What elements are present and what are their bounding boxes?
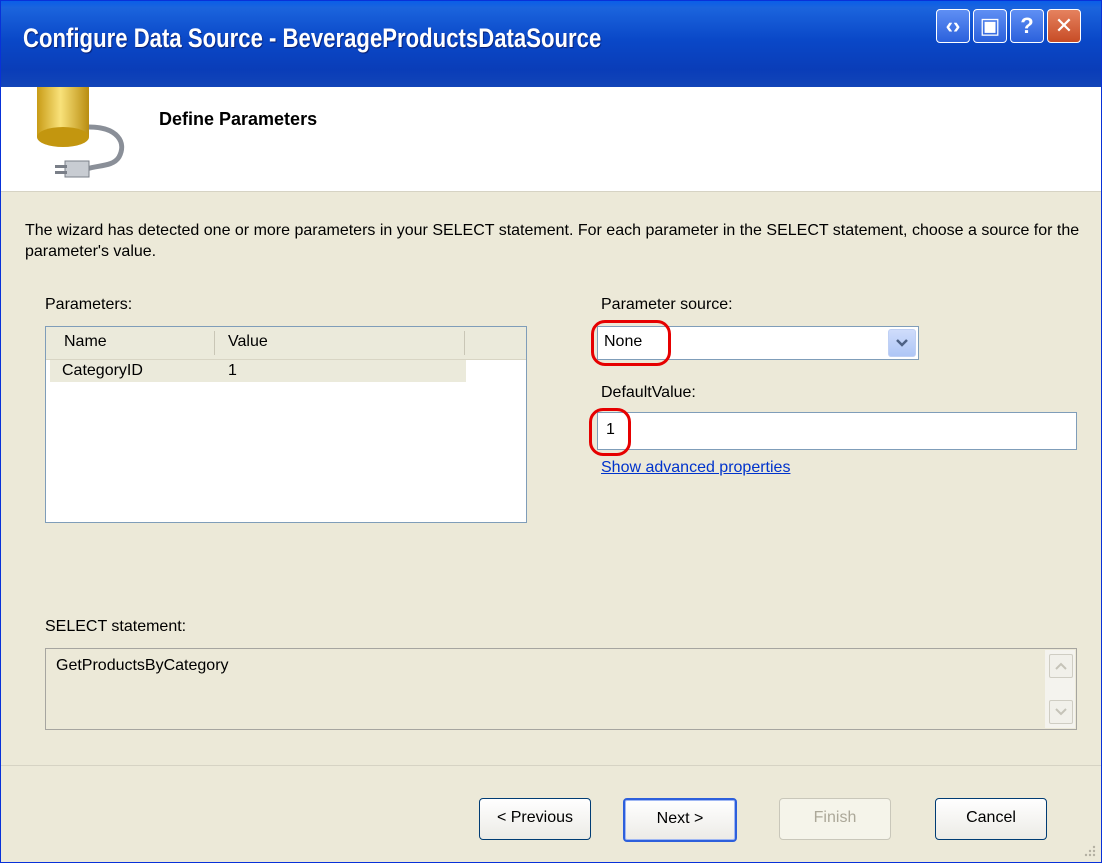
param-value-cell: 1 — [228, 362, 237, 379]
default-value-input[interactable]: 1 — [597, 412, 1077, 450]
next-button[interactable]: Next > — [623, 798, 737, 842]
code-view-icon[interactable]: ‹› — [936, 9, 970, 43]
finish-button: Finish — [779, 798, 891, 840]
column-header-value[interactable]: Value — [228, 333, 268, 351]
column-divider[interactable] — [214, 331, 215, 355]
chevron-down-icon[interactable] — [888, 329, 916, 357]
select-statement-box[interactable]: GetProductsByCategory — [45, 648, 1077, 730]
select-statement-text: GetProductsByCategory — [56, 657, 229, 674]
show-advanced-properties-link[interactable]: Show advanced properties — [601, 459, 790, 477]
wizard-body: The wizard has detected one or more para… — [1, 192, 1101, 760]
select-statement-label: SELECT statement: — [45, 618, 187, 635]
resize-grip-icon[interactable] — [1083, 844, 1097, 858]
annotation-highlight — [589, 408, 631, 456]
previous-button[interactable]: < Previous — [479, 798, 591, 840]
footer-divider — [1, 765, 1101, 766]
parameter-source-label: Parameter source: — [601, 296, 733, 313]
wizard-header: Define Parameters — [1, 87, 1101, 192]
param-name-cell: CategoryID — [62, 362, 143, 379]
default-value-label: DefaultValue: — [601, 384, 696, 401]
scroll-down-icon[interactable] — [1049, 700, 1073, 724]
page-title: Define Parameters — [159, 109, 318, 129]
vertical-scrollbar[interactable] — [1045, 650, 1075, 728]
database-connection-icon — [37, 87, 125, 178]
list-item[interactable]: CategoryID 1 — [50, 360, 466, 382]
description-text: The wizard has detected one or more para… — [25, 222, 1080, 260]
cancel-button[interactable]: Cancel — [935, 798, 1047, 840]
help-icon[interactable]: ? — [1010, 9, 1044, 43]
parameters-label: Parameters: — [45, 296, 133, 313]
scroll-up-icon[interactable] — [1049, 654, 1073, 678]
close-icon[interactable]: ✕ — [1047, 9, 1081, 43]
list-header: Name Value — [46, 327, 526, 360]
column-divider[interactable] — [464, 331, 465, 355]
restore-icon[interactable]: ▣ — [973, 9, 1007, 43]
parameters-list[interactable]: Name Value CategoryID 1 — [45, 326, 527, 523]
annotation-highlight — [591, 320, 671, 366]
window-title: Configure Data Source - BeverageProducts… — [23, 23, 602, 53]
title-bar: Configure Data Source - BeverageProducts… — [1, 1, 1101, 87]
column-header-name[interactable]: Name — [64, 333, 107, 351]
configure-data-source-window: Configure Data Source - BeverageProducts… — [0, 0, 1102, 863]
